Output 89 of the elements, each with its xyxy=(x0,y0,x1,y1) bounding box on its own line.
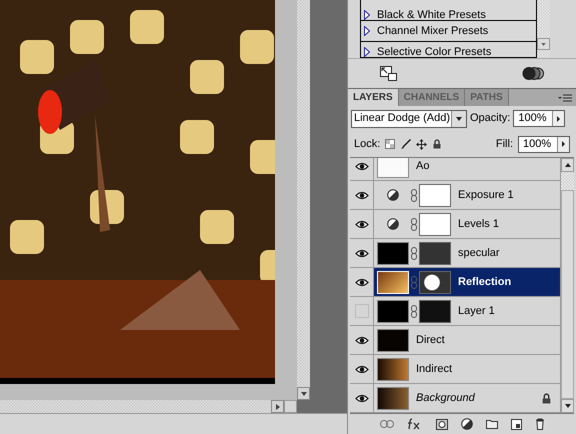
down-arrow-icon xyxy=(541,42,546,46)
layer-name: Layer 1 xyxy=(458,304,496,319)
mask-thumbnail xyxy=(419,242,451,264)
scroll-down-button[interactable] xyxy=(297,387,310,400)
scroll-up-button[interactable] xyxy=(561,158,574,172)
stacked-circles-icon[interactable] xyxy=(522,66,544,81)
eye-icon xyxy=(354,248,368,258)
down-arrow-icon xyxy=(300,392,306,396)
layer-thumbnail xyxy=(377,270,409,294)
trash-icon[interactable] xyxy=(534,418,544,430)
scroll-thumb[interactable] xyxy=(561,190,574,399)
preset-item[interactable]: Black & White Presets xyxy=(361,0,536,21)
right-arrow-icon xyxy=(557,116,560,122)
folder-icon[interactable] xyxy=(486,419,498,429)
mask-icon[interactable] xyxy=(436,418,448,430)
lock-icon xyxy=(432,139,442,149)
mask-thumbnail xyxy=(419,184,451,206)
eye-icon xyxy=(354,364,368,374)
eye-icon xyxy=(354,394,368,402)
fill-label: Fill: xyxy=(496,136,513,152)
layer-name: Indirect xyxy=(416,362,454,377)
chain-link-icon xyxy=(411,276,417,288)
layer-thumbnail xyxy=(377,300,409,322)
layer-name: Exposure 1 xyxy=(458,188,515,203)
layer-row[interactable]: Indirect xyxy=(350,355,560,384)
eye-icon xyxy=(354,190,368,200)
chain-link-icon xyxy=(411,188,417,202)
fill-field[interactable]: 100% xyxy=(518,136,570,152)
layer-thumbnail xyxy=(377,242,409,264)
preset-item[interactable]: Channel Mixer Presets xyxy=(361,21,536,42)
layer-row[interactable]: Direct xyxy=(350,326,560,355)
layer-row[interactable]: Background xyxy=(350,384,560,413)
layer-row[interactable]: Exposure 1 xyxy=(350,181,560,210)
scroll-down-button[interactable] xyxy=(561,399,574,413)
layer-row[interactable]: Layer 1 xyxy=(350,297,560,326)
opacity-label: Opacity: xyxy=(470,111,510,126)
scrollbar-corner xyxy=(284,400,297,413)
brush-icon[interactable] xyxy=(400,138,412,150)
panel-menu-icon[interactable] xyxy=(558,94,572,102)
right-arrow-icon xyxy=(562,141,565,147)
preset-item[interactable]: Selective Color Presets xyxy=(361,42,536,57)
layer-row[interactable]: Ao xyxy=(350,158,560,181)
layer-thumbnail xyxy=(377,328,409,352)
eye-icon xyxy=(354,162,368,170)
eye-icon xyxy=(354,220,368,228)
horizontal-scrollbar[interactable] xyxy=(0,400,284,413)
chain-link-icon xyxy=(411,246,417,260)
chain-link-icon xyxy=(411,304,417,318)
link-icon[interactable] xyxy=(380,420,394,428)
opacity-field[interactable]: 100% xyxy=(513,110,566,127)
layer-name: Ao xyxy=(416,158,430,174)
dropdown-arrow-icon xyxy=(456,116,462,120)
blend-mode-dropdown[interactable]: Linear Dodge (Add) xyxy=(351,110,467,128)
adjustment-icon xyxy=(387,218,399,230)
right-arrow-icon xyxy=(276,404,280,410)
visibility-toggle[interactable] xyxy=(350,268,374,296)
layer-thumbnail xyxy=(377,158,409,178)
panel-tab[interactable]: LAYERS xyxy=(348,89,399,106)
eye-icon xyxy=(354,336,368,344)
layer-name: Direct xyxy=(416,332,446,348)
mask-thumbnail xyxy=(419,270,451,294)
new-layer-icon[interactable] xyxy=(510,418,522,430)
mask-thumbnail xyxy=(419,300,451,322)
adjustment-icon xyxy=(387,189,399,201)
chain-link-icon xyxy=(411,218,417,230)
scroll-right-button[interactable] xyxy=(271,400,284,413)
layer-name: specular xyxy=(458,246,501,261)
move-icon[interactable] xyxy=(416,138,428,150)
layer-row[interactable]: specular xyxy=(350,239,560,268)
lock-icon xyxy=(541,392,552,404)
lock-label: Lock: xyxy=(354,136,380,152)
vertical-scrollbar[interactable] xyxy=(297,0,310,400)
layer-row[interactable]: Reflection xyxy=(350,268,560,297)
expand-triangle-icon xyxy=(364,47,370,57)
layers-scrollbar[interactable] xyxy=(560,158,574,413)
mask-thumbnail xyxy=(419,212,451,236)
layer-name: Background xyxy=(416,390,476,406)
layer-name: Levels 1 xyxy=(458,216,500,232)
layer-thumbnail xyxy=(377,386,409,410)
up-arrow-icon xyxy=(564,163,570,167)
adjustment-icon xyxy=(460,418,472,430)
resize-icon[interactable] xyxy=(380,66,397,81)
layer-row[interactable]: Levels 1 xyxy=(350,210,560,239)
eye-icon xyxy=(354,278,368,286)
down-arrow-icon xyxy=(564,404,570,408)
fx-icon[interactable] xyxy=(406,418,422,430)
layer-name: Reflection xyxy=(458,274,512,290)
lock-transparency-icon[interactable] xyxy=(385,139,396,149)
layer-thumbnail xyxy=(377,358,409,380)
